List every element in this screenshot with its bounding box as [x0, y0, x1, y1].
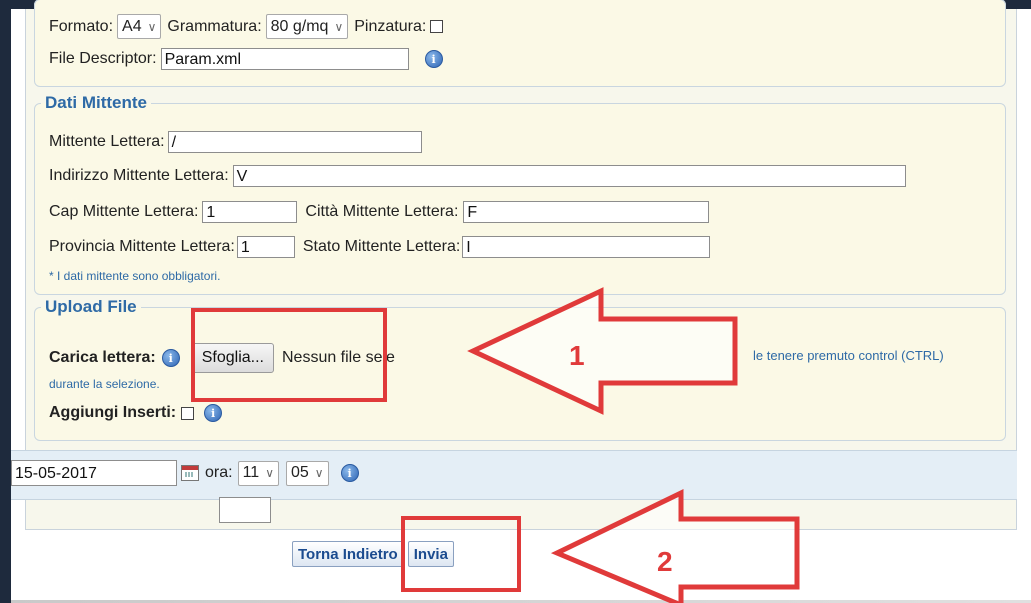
arrow-2-shape	[550, 489, 800, 603]
annotation-arrows: 1 2	[467, 287, 800, 603]
page: Formato: A4 ∨ Grammatura: 80 g/mq ∨ Pinz…	[11, 0, 1031, 603]
arrow-2-label: 2	[657, 546, 673, 577]
window-left-frame	[0, 0, 11, 603]
arrow-1-shape	[467, 287, 738, 415]
arrow-1-label: 1	[569, 340, 585, 371]
